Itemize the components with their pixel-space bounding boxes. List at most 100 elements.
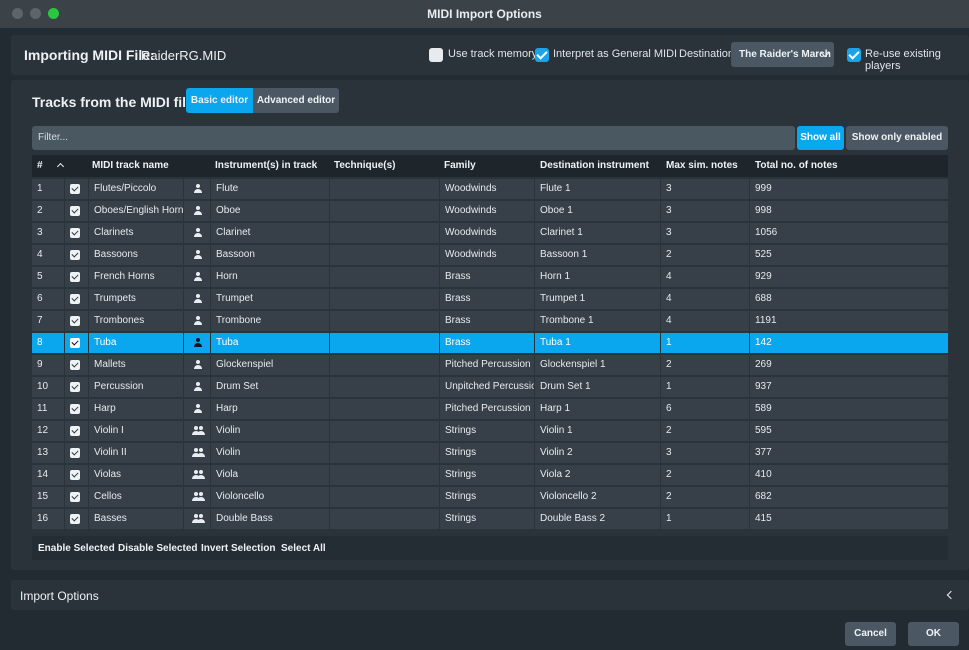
track-enabled-checkbox[interactable] bbox=[70, 250, 80, 260]
table-row[interactable]: 16 Basses Double Bass Strings Double Bass 21… bbox=[32, 509, 948, 529]
single-player-icon bbox=[184, 355, 210, 375]
column-header-destination[interactable]: Destination instrument bbox=[540, 160, 649, 171]
track-enabled-checkbox[interactable] bbox=[70, 360, 80, 370]
tab-advanced-editor[interactable]: Advanced editor bbox=[253, 88, 339, 113]
cell-player-type bbox=[184, 443, 210, 463]
table-row[interactable]: 9 Mallets Glockenspiel Pitched Percussion Gl… bbox=[32, 355, 948, 375]
table-row[interactable]: 3 Clarinets Clarinet Woodwinds Clarinet 1 3 10… bbox=[32, 223, 948, 243]
column-header-total-notes[interactable]: Total no. of notes bbox=[755, 160, 838, 171]
cell-enabled bbox=[65, 399, 88, 419]
cell-max-notes: 3 bbox=[661, 179, 749, 199]
cell-instrument: Horn bbox=[211, 267, 329, 287]
cell-max-notes: 3 bbox=[661, 223, 749, 243]
show-all-button[interactable]: Show all bbox=[797, 126, 844, 150]
tab-basic-editor[interactable]: Basic editor bbox=[186, 88, 253, 113]
cell-technique bbox=[330, 267, 439, 287]
track-enabled-checkbox[interactable] bbox=[70, 184, 80, 194]
track-enabled-checkbox[interactable] bbox=[70, 338, 80, 348]
ok-button[interactable]: OK bbox=[908, 622, 959, 646]
reuse-players-label[interactable]: Re-use existing players bbox=[865, 48, 969, 72]
destination-select[interactable]: The Raider's March bbox=[731, 42, 834, 67]
interpret-general-midi-label[interactable]: Interpret as General MIDI bbox=[553, 48, 677, 60]
cell-total-notes: 589 bbox=[750, 399, 948, 419]
cell-number: 3 bbox=[32, 223, 64, 243]
track-enabled-checkbox[interactable] bbox=[70, 272, 80, 282]
cell-destination: Trumpet 1 bbox=[535, 289, 660, 309]
cell-instrument: Trombone bbox=[211, 311, 329, 331]
track-enabled-checkbox[interactable] bbox=[70, 382, 80, 392]
track-enabled-checkbox[interactable] bbox=[70, 404, 80, 414]
column-header-family[interactable]: Family bbox=[444, 160, 476, 171]
interpret-general-midi-checkbox[interactable] bbox=[535, 48, 549, 62]
sort-ascending-icon[interactable] bbox=[56, 162, 65, 171]
track-enabled-checkbox[interactable] bbox=[70, 316, 80, 326]
cell-track-name: Cellos bbox=[89, 487, 183, 507]
cell-enabled bbox=[65, 333, 88, 353]
select-all-button[interactable]: Select All bbox=[281, 543, 326, 554]
invert-selection-button[interactable]: Invert Selection bbox=[201, 543, 275, 554]
column-header-instrument[interactable]: Instrument(s) in track bbox=[215, 160, 317, 171]
cell-number: 13 bbox=[32, 443, 64, 463]
cell-max-notes: 1 bbox=[661, 333, 749, 353]
cell-total-notes: 525 bbox=[750, 245, 948, 265]
cell-instrument: Violin bbox=[211, 443, 329, 463]
cell-technique bbox=[330, 311, 439, 331]
column-header-track-name[interactable]: MIDI track name bbox=[92, 160, 169, 171]
track-enabled-checkbox[interactable] bbox=[70, 426, 80, 436]
column-header-number[interactable]: # bbox=[37, 160, 43, 171]
track-enabled-checkbox[interactable] bbox=[70, 206, 80, 216]
track-enabled-checkbox[interactable] bbox=[70, 514, 80, 524]
cancel-button[interactable]: Cancel bbox=[845, 622, 896, 646]
cell-destination: Tuba 1 bbox=[535, 333, 660, 353]
table-row[interactable]: 7 Trombones Trombone Brass Trombone 1 4 1191 bbox=[32, 311, 948, 331]
enable-selected-button[interactable]: Enable Selected bbox=[38, 543, 115, 554]
table-row[interactable]: 5 French Horns Horn Brass Horn 1 4 929 bbox=[32, 267, 948, 287]
reuse-players-checkbox[interactable] bbox=[847, 48, 861, 62]
cell-player-type bbox=[184, 245, 210, 265]
column-header-max-notes[interactable]: Max sim. notes bbox=[666, 160, 738, 171]
cell-technique bbox=[330, 245, 439, 265]
cell-destination: Double Bass 2 bbox=[535, 509, 660, 529]
table-row[interactable]: 13 Violin II Violin Strings Violin 2 3 377 bbox=[32, 443, 948, 463]
cell-player-type bbox=[184, 289, 210, 309]
track-enabled-checkbox[interactable] bbox=[70, 492, 80, 502]
table-row[interactable]: 15 Cellos Violoncello Strings Violoncello 22… bbox=[32, 487, 948, 507]
cell-number: 8 bbox=[32, 333, 64, 353]
import-options-section[interactable]: Import Options bbox=[11, 580, 969, 610]
use-track-memory-checkbox[interactable] bbox=[429, 48, 443, 62]
cell-instrument: Violin bbox=[211, 421, 329, 441]
track-enabled-checkbox[interactable] bbox=[70, 228, 80, 238]
track-enabled-checkbox[interactable] bbox=[70, 448, 80, 458]
cell-family: Woodwinds bbox=[440, 245, 534, 265]
column-header-technique[interactable]: Technique(s) bbox=[334, 160, 395, 171]
cell-track-name: Clarinets bbox=[89, 223, 183, 243]
track-enabled-checkbox[interactable] bbox=[70, 470, 80, 480]
disable-selected-button[interactable]: Disable Selected bbox=[118, 543, 197, 554]
table-row[interactable]: 2 Oboes/English Horn Oboe Woodwinds Oboe 139… bbox=[32, 201, 948, 221]
table-row[interactable]: 4 Bassoons Bassoon Woodwinds Bassoon 1 2 525 bbox=[32, 245, 948, 265]
destination-label: Destination: bbox=[679, 48, 738, 60]
table-row[interactable]: 1 Flutes/Piccolo Flute Woodwinds Flute 1 3 999 bbox=[32, 179, 948, 199]
table-row[interactable]: 10 Percussion Drum Set Unpitched Percussion… bbox=[32, 377, 948, 397]
single-player-icon bbox=[184, 245, 210, 265]
table-row[interactable]: 8 Tuba Tuba Brass Tuba 1 1 142 bbox=[32, 333, 948, 353]
table-row[interactable]: 6 Trumpets Trumpet Brass Trumpet 1 4 688 bbox=[32, 289, 948, 309]
show-only-enabled-button[interactable]: Show only enabled bbox=[846, 126, 948, 150]
cell-family: Brass bbox=[440, 267, 534, 287]
cell-technique bbox=[330, 179, 439, 199]
single-player-icon bbox=[184, 333, 210, 353]
cell-family: Woodwinds bbox=[440, 179, 534, 199]
use-track-memory-label[interactable]: Use track memory bbox=[448, 48, 537, 60]
table-row[interactable]: 11 Harp Harp Pitched Percussion Harp 1 6 589 bbox=[32, 399, 948, 419]
cell-track-name: Violin II bbox=[89, 443, 183, 463]
cell-family: Strings bbox=[440, 487, 534, 507]
table-row[interactable]: 12 Violin I Violin Strings Violin 1 2 595 bbox=[32, 421, 948, 441]
filter-input[interactable]: Filter... bbox=[32, 126, 795, 150]
filter-placeholder: Filter... bbox=[38, 132, 69, 143]
cell-player-type bbox=[184, 223, 210, 243]
table-row[interactable]: 14 Violas Viola Strings Viola 2 2 410 bbox=[32, 465, 948, 485]
track-enabled-checkbox[interactable] bbox=[70, 294, 80, 304]
chevron-left-icon[interactable] bbox=[946, 590, 956, 600]
cell-total-notes: 595 bbox=[750, 421, 948, 441]
cell-track-name: Tuba bbox=[89, 333, 183, 353]
